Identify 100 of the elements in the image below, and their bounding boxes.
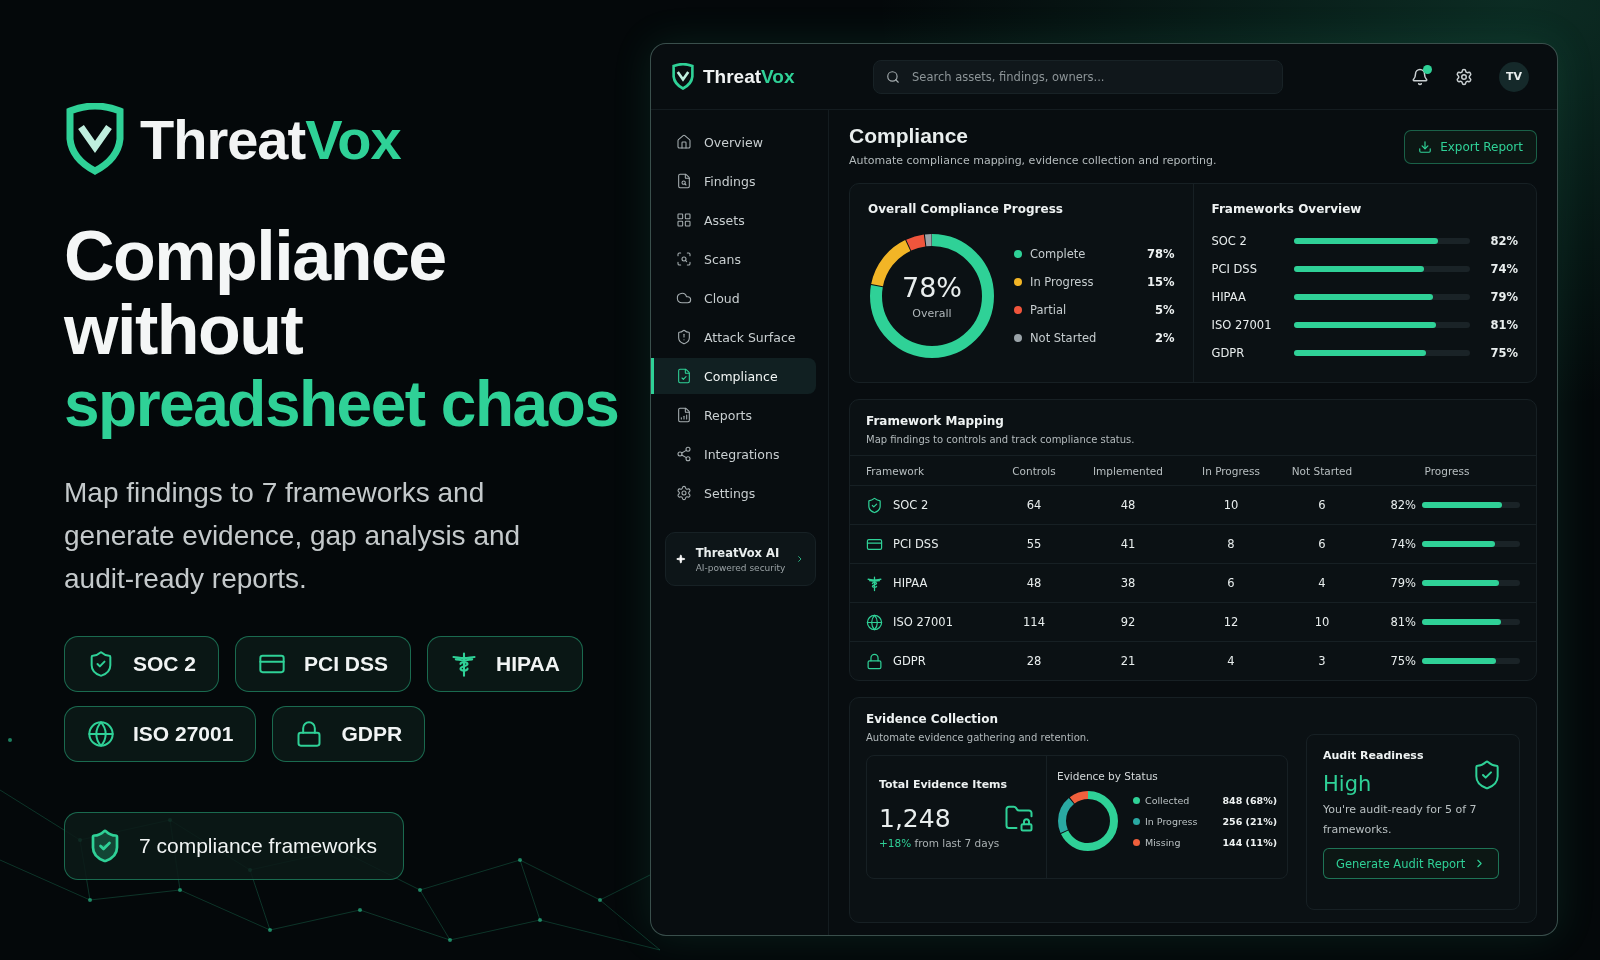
framework-cell: ISO 27001 (893, 615, 953, 629)
table-cell: 6 (1318, 537, 1326, 551)
nav-item[interactable]: Reports (651, 397, 816, 433)
settings-icon (676, 485, 692, 501)
legend-value: 78% (1146, 247, 1175, 261)
legend-label: Not Started (1030, 331, 1097, 345)
legend-label: Missing (1145, 836, 1181, 848)
table-cell: 10 (1223, 498, 1239, 512)
progress-value: 82% (1390, 498, 1416, 512)
nav-item[interactable]: Assets (651, 202, 816, 238)
change-text: +18% from last 7 days (879, 837, 1001, 849)
table-cell: 4 (1227, 654, 1235, 668)
table-cell: 114 (1023, 615, 1045, 629)
table-cell: 55 (1026, 537, 1042, 551)
download-icon (1418, 140, 1433, 154)
audit-title: Audit Readiness (1323, 749, 1424, 762)
sparkle-icon (676, 552, 686, 566)
progress-value: 75% (1490, 346, 1518, 360)
ai-card[interactable]: ThreatVox AI AI-powered security (665, 532, 816, 586)
table-cell: 6 (1318, 498, 1326, 512)
headline: Compliance (64, 219, 447, 293)
badge-label: GDPR (341, 722, 403, 746)
nav-item[interactable]: Settings (651, 475, 816, 511)
search-field[interactable]: Search assets, findings, owners... (873, 59, 1283, 94)
card-subtitle: Map findings to controls and track compliance status. (866, 434, 1136, 445)
nav-item[interactable]: Overview (651, 124, 816, 160)
column-header: Not Started (1291, 464, 1353, 477)
folder-lock-icon (1004, 803, 1034, 833)
framework-cell: PCI DSS (893, 537, 939, 551)
file-search-icon (676, 173, 692, 189)
headline-highlight: spreadsheet chaos (64, 367, 620, 441)
donut-label: Overall (912, 307, 952, 320)
legend-label: Complete (1030, 247, 1086, 261)
card-title: Frameworks Overview (1211, 202, 1363, 216)
legend-value: 848 (68%) (1222, 794, 1277, 806)
legend-value: 5% (1154, 303, 1175, 317)
table-cell: 92 (1120, 615, 1136, 629)
bell-icon[interactable] (1411, 67, 1429, 86)
nav-item[interactable]: Attack Surface (651, 319, 816, 355)
framework-cell: SOC 2 (893, 498, 929, 512)
report-icon (676, 407, 692, 423)
nav-item[interactable]: Integrations (651, 436, 816, 472)
table-cell: 48 (1026, 576, 1042, 590)
badge-label: PCI DSS (304, 652, 389, 676)
badge-label: HIPAA (496, 652, 560, 676)
file-check-icon (676, 368, 692, 384)
nav-item[interactable]: Compliance (651, 358, 816, 394)
card-title: Overall Compliance Progress (868, 202, 1064, 216)
ai-subtitle: AI-powered security (695, 562, 786, 573)
table-cell: 10 (1314, 615, 1330, 629)
table-cell: 6 (1227, 576, 1235, 590)
legend-label: In Progress (1030, 275, 1094, 289)
globe-icon (866, 613, 883, 631)
progress-value: 74% (1390, 537, 1416, 551)
legend-value: 2% (1154, 331, 1175, 345)
column-header: Progress (1424, 464, 1470, 477)
table-cell: 8 (1227, 537, 1235, 551)
table-cell: 64 (1026, 498, 1042, 512)
integrations-icon (676, 446, 692, 462)
shield-logo-icon (671, 63, 695, 90)
framework-cell: HIPAA (893, 576, 928, 590)
card-title: Evidence Collection (866, 712, 999, 726)
badge-label: ISO 27001 (133, 722, 234, 746)
settings-icon[interactable] (1455, 67, 1473, 86)
table-cell: 21 (1120, 654, 1136, 668)
grid-icon (676, 212, 692, 228)
description: Map findings to 7 frameworks and generate evidence, gap analysis and audit-ready reports. (64, 476, 522, 596)
nav-item[interactable]: Scans (651, 241, 816, 277)
logo-text: ThreatVox (140, 106, 401, 172)
table-cell: 48 (1120, 498, 1136, 512)
legend-value: 256 (21%) (1222, 815, 1277, 827)
status-title: Evidence by Status (1057, 770, 1159, 782)
readiness-level: High (1323, 772, 1373, 796)
card-subtitle: Automate evidence gathering and retention. (866, 732, 1091, 743)
legend-label: In Progress (1145, 815, 1198, 827)
card-title: Framework Mapping (866, 414, 1005, 428)
search-input[interactable]: Search assets, findings, owners... (910, 68, 1270, 85)
table-cell: 3 (1318, 654, 1326, 668)
legend-value: 15% (1146, 275, 1175, 289)
nav-item[interactable]: Findings (651, 163, 816, 199)
table-cell: 41 (1120, 537, 1136, 551)
table-cell: 12 (1223, 615, 1239, 629)
table-cell: 28 (1026, 654, 1042, 668)
progress-value: 79% (1390, 576, 1416, 590)
page-title: Compliance (849, 124, 970, 148)
framework-name: PCI DSS (1211, 262, 1258, 276)
total-title: Total Evidence Items (879, 778, 1009, 791)
summary-label: 7 compliance frameworks (139, 834, 378, 858)
generate-report-button[interactable]: Generate Audit Report (1323, 848, 1500, 879)
framework-name: GDPR (1211, 346, 1246, 360)
caduceus-icon (866, 574, 883, 592)
avatar[interactable]: TV (1499, 61, 1529, 92)
table-cell: 38 (1120, 576, 1136, 590)
cloud-icon (676, 290, 692, 306)
export-button[interactable]: Export Report (1404, 130, 1537, 164)
legend-label: Partial (1030, 303, 1067, 317)
framework-cell: GDPR (893, 654, 926, 668)
progress-value: 74% (1490, 262, 1518, 276)
nav-item[interactable]: Cloud (651, 280, 816, 316)
globe-icon (87, 720, 115, 748)
